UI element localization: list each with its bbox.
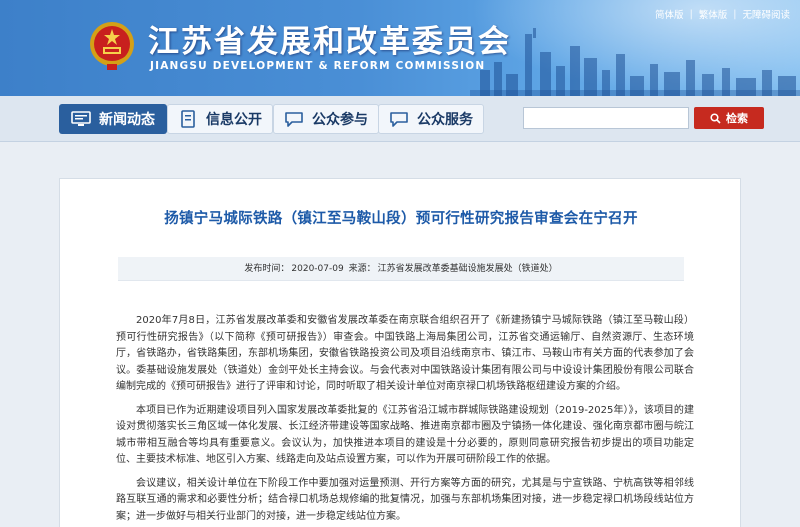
traditional-chinese-link[interactable]: 繁体版 [699,7,728,21]
document-icon [181,110,195,128]
nav-item-info-disclosure[interactable]: 信息公开 [167,104,273,134]
site-title: 江苏省发展和改革委员会 [148,24,511,60]
divider: | [689,8,693,20]
nav-item-label: 信息公开 [206,112,262,128]
search-icon [710,112,721,124]
simplified-chinese-link[interactable]: 简体版 [655,7,684,21]
nav-item-news[interactable]: 新闻动态 [59,104,167,134]
monitor-icon [71,111,91,126]
source-label: 来源： [348,264,376,274]
site-subtitle: JIANGSU DEVELOPMENT & REFORM COMMISSION [150,60,486,72]
nav-item-public-participation[interactable]: 公众参与 [273,104,379,134]
search-input[interactable] [523,107,689,129]
article-title: 扬镇宁马城际铁路（镇江至马鞍山段）预可行性研究报告审查会在宁召开 [164,211,638,227]
divider: | [733,8,737,20]
article-paragraph: 本项目已作为近期建设项目列入国家发展改革委批复的《江苏省沿江城市群城际铁路建设规… [116,404,694,466]
nav-item-label: 公众参与 [312,112,368,128]
nav-item-label: 公众服务 [417,112,473,128]
article-paragraph: 2020年7月8日，江苏省发展改革委和安徽省发展改革委在南京联合组织召开了《新建… [116,315,694,392]
date-label: 发布时间： [244,264,290,274]
article-paragraph: 会议建议，相关设计单位在下阶段工作中要加强对运量预测、开行方案等方面的研究，尤其… [116,477,694,522]
article-body: 2020年7月8日，江苏省发展改革委和安徽省发展改革委在南京联合组织召开了《新建… [116,313,694,527]
utility-links: 简体版 | 繁体版 | 无障碍阅读 [655,7,790,22]
article-panel: 扬镇宁马城际铁路（镇江至马鞍山段）预可行性研究报告审查会在宁召开 发布时间： 20… [59,178,741,527]
national-emblem-icon [90,22,134,70]
article-meta: 发布时间： 2020-07-09 来源： 江苏省发展改革委基础设施发展处（铁道处） [118,257,684,281]
accessibility-link[interactable]: 无障碍阅读 [742,7,790,21]
nav-item-public-service[interactable]: 公众服务 [378,104,484,134]
article-source: 江苏省发展改革委基础设施发展处（铁道处） [377,264,558,274]
search-button[interactable]: 检索 [694,107,764,129]
site-header: 江苏省发展和改革委员会 JIANGSU DEVELOPMENT & REFORM… [0,0,800,96]
search-button-label: 检索 [726,112,748,125]
chat-icon [285,112,303,127]
publish-date: 2020-07-09 [291,264,344,274]
nav-item-label: 新闻动态 [99,112,155,128]
chat-icon [390,112,408,127]
city-skyline-banner [470,28,800,96]
